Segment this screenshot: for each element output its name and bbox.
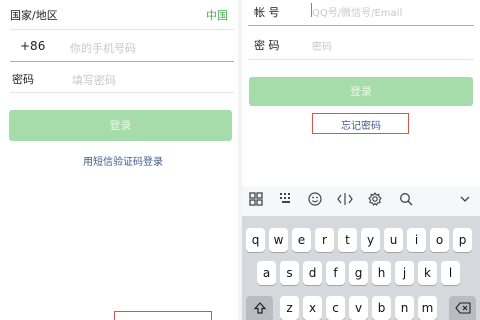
- shift-icon: [253, 302, 266, 314]
- account-input[interactable]: QQ号/微信号/Email: [312, 4, 402, 19]
- password-label: 密 码: [254, 39, 280, 52]
- key-d[interactable]: d: [303, 261, 322, 285]
- key-z[interactable]: z: [280, 296, 299, 320]
- password-label: 密码: [12, 73, 34, 86]
- key-b[interactable]: b: [372, 296, 391, 320]
- shift-key[interactable]: [246, 296, 273, 320]
- account-label: 帐 号: [254, 6, 280, 19]
- key-f[interactable]: f: [326, 261, 345, 285]
- account-login-panel: 帐 号 QQ号/微信号/Email 密 码 密码 登录 忘记密码 q w e r…: [242, 0, 480, 320]
- key-u[interactable]: u: [384, 228, 403, 252]
- keyboard-toolbar: [242, 186, 480, 216]
- key-t[interactable]: t: [338, 228, 357, 252]
- key-a[interactable]: a: [257, 261, 276, 285]
- key-v[interactable]: v: [349, 296, 368, 320]
- key-k[interactable]: k: [418, 261, 437, 285]
- key-q[interactable]: q: [246, 228, 265, 252]
- region-label: 国家/地区: [10, 9, 58, 22]
- backspace-key[interactable]: [449, 296, 476, 320]
- key-o[interactable]: o: [430, 228, 449, 252]
- key-p[interactable]: p: [453, 228, 472, 252]
- key-s[interactable]: s: [280, 261, 299, 285]
- cursor-icon[interactable]: [336, 192, 354, 210]
- phone-login-panel: 国家/地区 中国 +86 你的手机号码 密码 填写密码 登录 用短信验证码登录: [0, 0, 238, 320]
- settings-icon[interactable]: [366, 191, 384, 210]
- password-input[interactable]: 密码: [312, 38, 332, 53]
- key-x[interactable]: x: [303, 296, 322, 320]
- text-cursor: [311, 3, 312, 17]
- divider: [10, 29, 234, 30]
- phone-input[interactable]: 你的手机号码: [70, 40, 136, 56]
- key-m[interactable]: m: [418, 296, 437, 320]
- keypad-icon[interactable]: [277, 192, 295, 210]
- key-r[interactable]: r: [315, 228, 334, 252]
- key-n[interactable]: n: [395, 296, 414, 320]
- key-y[interactable]: y: [361, 228, 380, 252]
- region-selector[interactable]: 中国: [206, 7, 228, 23]
- key-c[interactable]: c: [326, 296, 345, 320]
- key-l[interactable]: l: [441, 261, 460, 285]
- emoji-icon[interactable]: [306, 192, 324, 210]
- grid-icon[interactable]: [247, 192, 265, 210]
- key-h[interactable]: h: [372, 261, 391, 285]
- key-w[interactable]: w: [269, 228, 288, 252]
- login-button[interactable]: 登录: [249, 77, 473, 106]
- password-input[interactable]: 填写密码: [72, 72, 116, 88]
- phone-input-underline: [10, 61, 234, 62]
- country-code[interactable]: +86: [20, 39, 45, 53]
- login-button[interactable]: 登录: [9, 110, 232, 141]
- chevron-down-icon[interactable]: [456, 192, 474, 210]
- divider: [248, 59, 474, 60]
- key-i[interactable]: i: [407, 228, 426, 252]
- key-e[interactable]: e: [292, 228, 311, 252]
- divider: [10, 92, 234, 93]
- forgot-password-highlight: 忘记密码: [312, 113, 409, 134]
- highlight-box: [114, 311, 212, 320]
- forgot-password-link[interactable]: 忘记密码: [341, 117, 381, 132]
- account-input-underline: [248, 25, 474, 26]
- key-g[interactable]: g: [349, 261, 368, 285]
- sms-login-link[interactable]: 用短信验证码登录: [83, 153, 163, 168]
- search-icon[interactable]: [397, 192, 415, 210]
- key-j[interactable]: j: [395, 261, 414, 285]
- backspace-icon: [454, 302, 471, 314]
